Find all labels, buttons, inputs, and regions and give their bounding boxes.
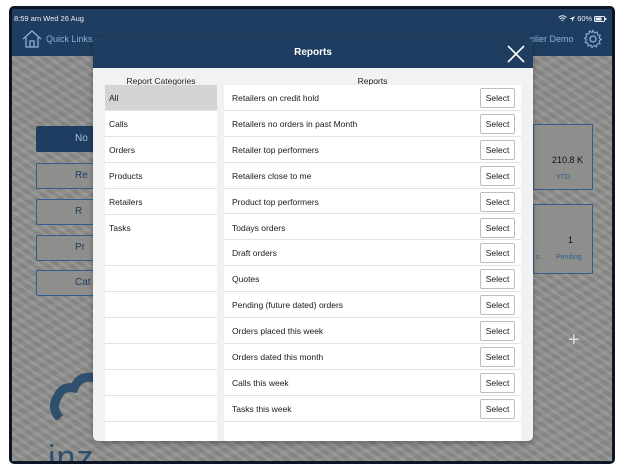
report-name: Todays orders — [232, 222, 286, 233]
category-label: Products — [109, 170, 143, 181]
report-row: Retailers no orders in past Month Select — [224, 111, 521, 137]
categories-list: All Calls Orders Products Retailers Tasks — [105, 85, 217, 441]
category-empty-row — [105, 318, 217, 345]
battery-icon — [594, 16, 607, 22]
account-name: plier Demo — [530, 34, 574, 44]
category-label: Tasks — [109, 222, 131, 233]
category-item-tasks[interactable]: Tasks — [105, 214, 217, 241]
gear-icon[interactable] — [583, 29, 603, 49]
report-name: Tasks this week — [232, 403, 292, 414]
category-empty-row — [105, 266, 217, 293]
wifi-icon — [558, 15, 567, 21]
category-label: All — [109, 93, 119, 103]
reports-modal: Reports Report Categories Reports All Cal… — [93, 38, 533, 441]
report-row: Quotes Select — [224, 266, 521, 293]
report-name: Orders placed this week — [232, 326, 324, 337]
select-report-button[interactable]: Select — [480, 88, 515, 108]
category-empty-row — [105, 344, 217, 370]
select-report-button[interactable]: Select — [480, 217, 515, 238]
category-label: Calls — [109, 118, 128, 129]
select-report-button[interactable]: Select — [480, 165, 515, 186]
report-name: Retailers close to me — [232, 170, 312, 181]
status-time-date: 8:59 am Wed 26 Aug — [14, 14, 84, 23]
report-name: Pending (future dated) orders — [232, 300, 344, 311]
report-name: Quotes — [232, 274, 260, 285]
report-row: Tasks this week Select — [224, 396, 521, 422]
report-name: Retailers no orders in past Month — [232, 118, 358, 129]
modal-title: Reports — [294, 47, 332, 58]
bg-pending-card: 1 s Pending — [533, 204, 593, 274]
bg-ytd-card: 210.8 K YTD — [533, 124, 593, 190]
report-name: Product top performers — [232, 196, 319, 207]
select-report-button[interactable]: Select — [480, 347, 515, 367]
report-row: Retailers close to me Select — [224, 163, 521, 189]
report-row: Draft orders Select — [224, 240, 521, 267]
category-item-all[interactable]: All — [105, 85, 217, 111]
category-item-calls[interactable]: Calls — [105, 110, 217, 137]
category-empty-row — [105, 395, 217, 422]
category-empty-row — [105, 240, 217, 267]
select-report-button[interactable]: Select — [480, 295, 515, 316]
report-row: Pending (future dated) orders Select — [224, 292, 521, 319]
home-icon[interactable] — [22, 30, 42, 48]
report-row: Orders placed this week Select — [224, 318, 521, 344]
category-label: Retailers — [109, 196, 143, 207]
location-icon — [569, 16, 576, 22]
category-empty-row — [105, 369, 217, 396]
select-report-button[interactable]: Select — [480, 243, 515, 264]
category-empty-row — [105, 292, 217, 319]
status-indicators: 60% — [558, 14, 607, 23]
select-report-button[interactable]: Select — [480, 398, 515, 419]
select-report-button[interactable]: Select — [480, 139, 515, 160]
category-item-retailers[interactable]: Retailers — [105, 188, 217, 215]
bg-logo-text: inz — [48, 439, 95, 461]
report-row: Calls this week Select — [224, 370, 521, 396]
report-name: Orders dated this month — [232, 352, 324, 362]
select-report-button[interactable]: Select — [480, 191, 515, 212]
close-icon[interactable] — [506, 44, 526, 64]
category-item-products[interactable]: Products — [105, 162, 217, 189]
select-report-button[interactable]: Select — [480, 113, 515, 134]
category-item-orders[interactable]: Orders — [105, 136, 217, 163]
select-report-button[interactable]: Select — [480, 269, 515, 290]
category-label: Orders — [109, 144, 135, 155]
select-report-button[interactable]: Select — [480, 321, 515, 342]
select-report-button[interactable]: Select — [480, 372, 515, 393]
report-name: Draft orders — [232, 248, 277, 259]
report-name: Retailer top performers — [232, 144, 319, 155]
tablet-frame: 8:59 am Wed 26 Aug 60% Quick Links plier… — [9, 6, 615, 464]
battery-percent: 60% — [577, 14, 593, 23]
screen: 8:59 am Wed 26 Aug 60% Quick Links plier… — [12, 9, 612, 461]
report-row: Todays orders Select — [224, 215, 521, 241]
report-name: Calls this week — [232, 377, 289, 388]
report-row: Retailer top performers Select — [224, 137, 521, 163]
bg-plus-icon: + — [568, 329, 580, 351]
report-name: Retailers on credit hold — [232, 93, 319, 103]
report-row: Orders dated this month Select — [224, 344, 521, 370]
report-row: Product top performers Select — [224, 189, 521, 215]
quick-links-link[interactable]: Quick Links — [46, 34, 93, 44]
modal-header: Reports — [93, 38, 533, 68]
report-row: Retailers on credit hold Select — [224, 85, 521, 111]
reports-list: Retailers on credit hold Select Retailers … — [224, 85, 521, 441]
